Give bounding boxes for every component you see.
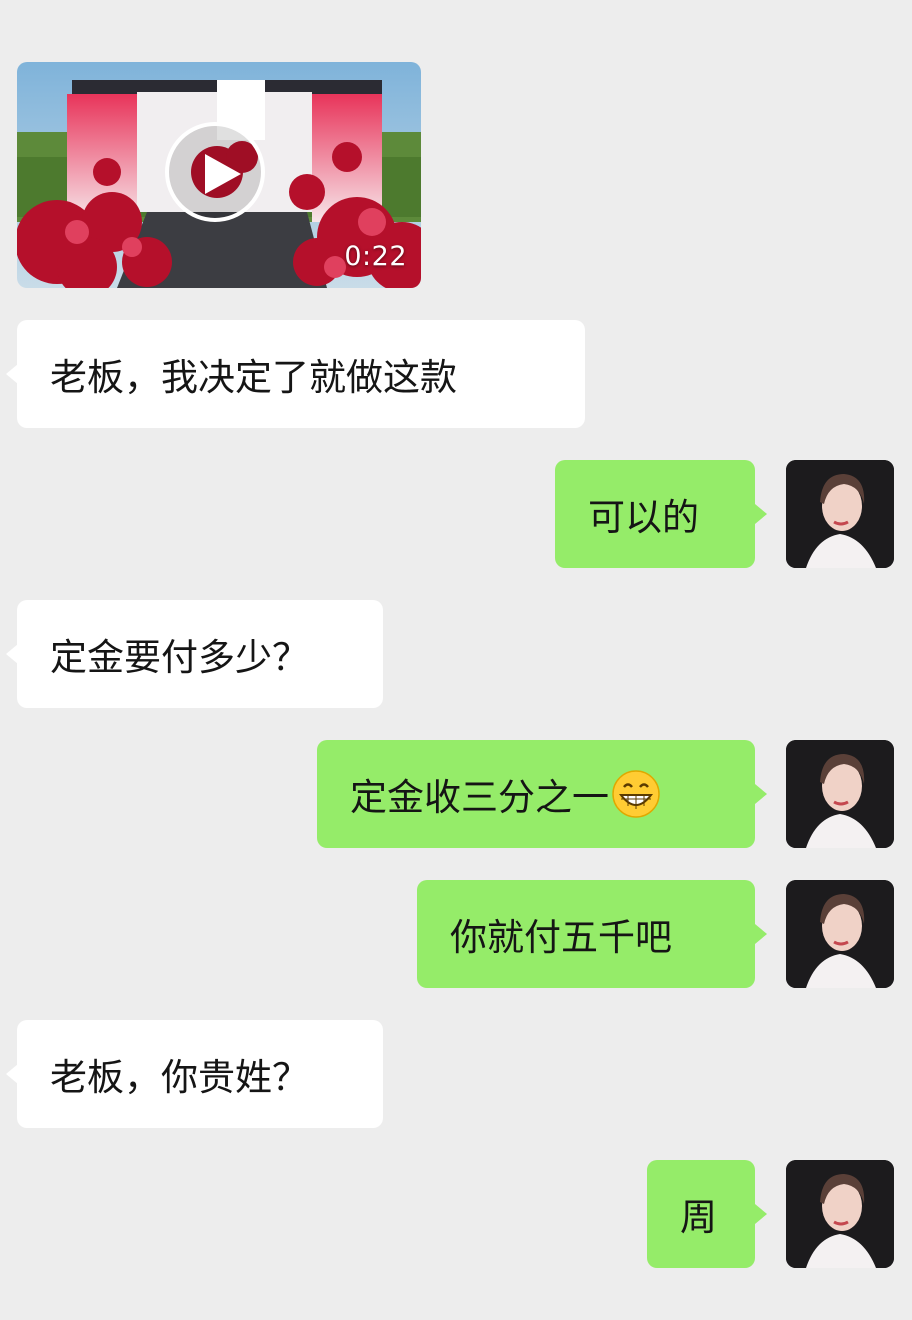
my-avatar[interactable] xyxy=(786,740,894,848)
my-avatar[interactable] xyxy=(786,460,894,568)
chat-conversation: 0:22 老板，我决定了就做这款 可以的 定金要付多少？ 定金收三分之一 你就付… xyxy=(0,0,912,1320)
message-text: 可以的 xyxy=(588,496,699,539)
play-icon xyxy=(205,154,241,194)
message-bubble-outgoing[interactable]: 你就付五千吧 xyxy=(417,880,767,988)
message-text: 老板，你贵姓？ xyxy=(50,1056,309,1099)
grinning-face-icon xyxy=(612,770,660,818)
my-avatar[interactable] xyxy=(786,1160,894,1268)
message-text: 你就付五千吧 xyxy=(450,916,672,959)
avatar-photo xyxy=(786,1160,894,1268)
play-button[interactable] xyxy=(165,122,265,222)
message-text: 老板，我决定了就做这款 xyxy=(50,356,457,399)
message-text: 定金收三分之一 xyxy=(350,776,609,819)
avatar-photo xyxy=(786,740,894,848)
message-bubble-incoming[interactable]: 老板，你贵姓？ xyxy=(6,1020,383,1128)
message-bubble-incoming[interactable]: 定金要付多少？ xyxy=(6,600,383,708)
avatar-photo xyxy=(786,460,894,568)
message-text: 周 xyxy=(680,1196,717,1239)
video-duration: 0:22 xyxy=(344,241,407,272)
message-bubble-outgoing[interactable]: 可以的 xyxy=(555,460,767,568)
message-bubble-outgoing[interactable]: 定金收三分之一 xyxy=(317,740,767,848)
my-avatar[interactable] xyxy=(786,880,894,988)
avatar-photo xyxy=(786,880,894,988)
message-text: 定金要付多少？ xyxy=(50,636,309,679)
video-message[interactable]: 0:22 xyxy=(17,62,421,288)
message-bubble-incoming[interactable]: 老板，我决定了就做这款 xyxy=(6,320,585,428)
message-bubble-outgoing[interactable]: 周 xyxy=(647,1160,767,1268)
